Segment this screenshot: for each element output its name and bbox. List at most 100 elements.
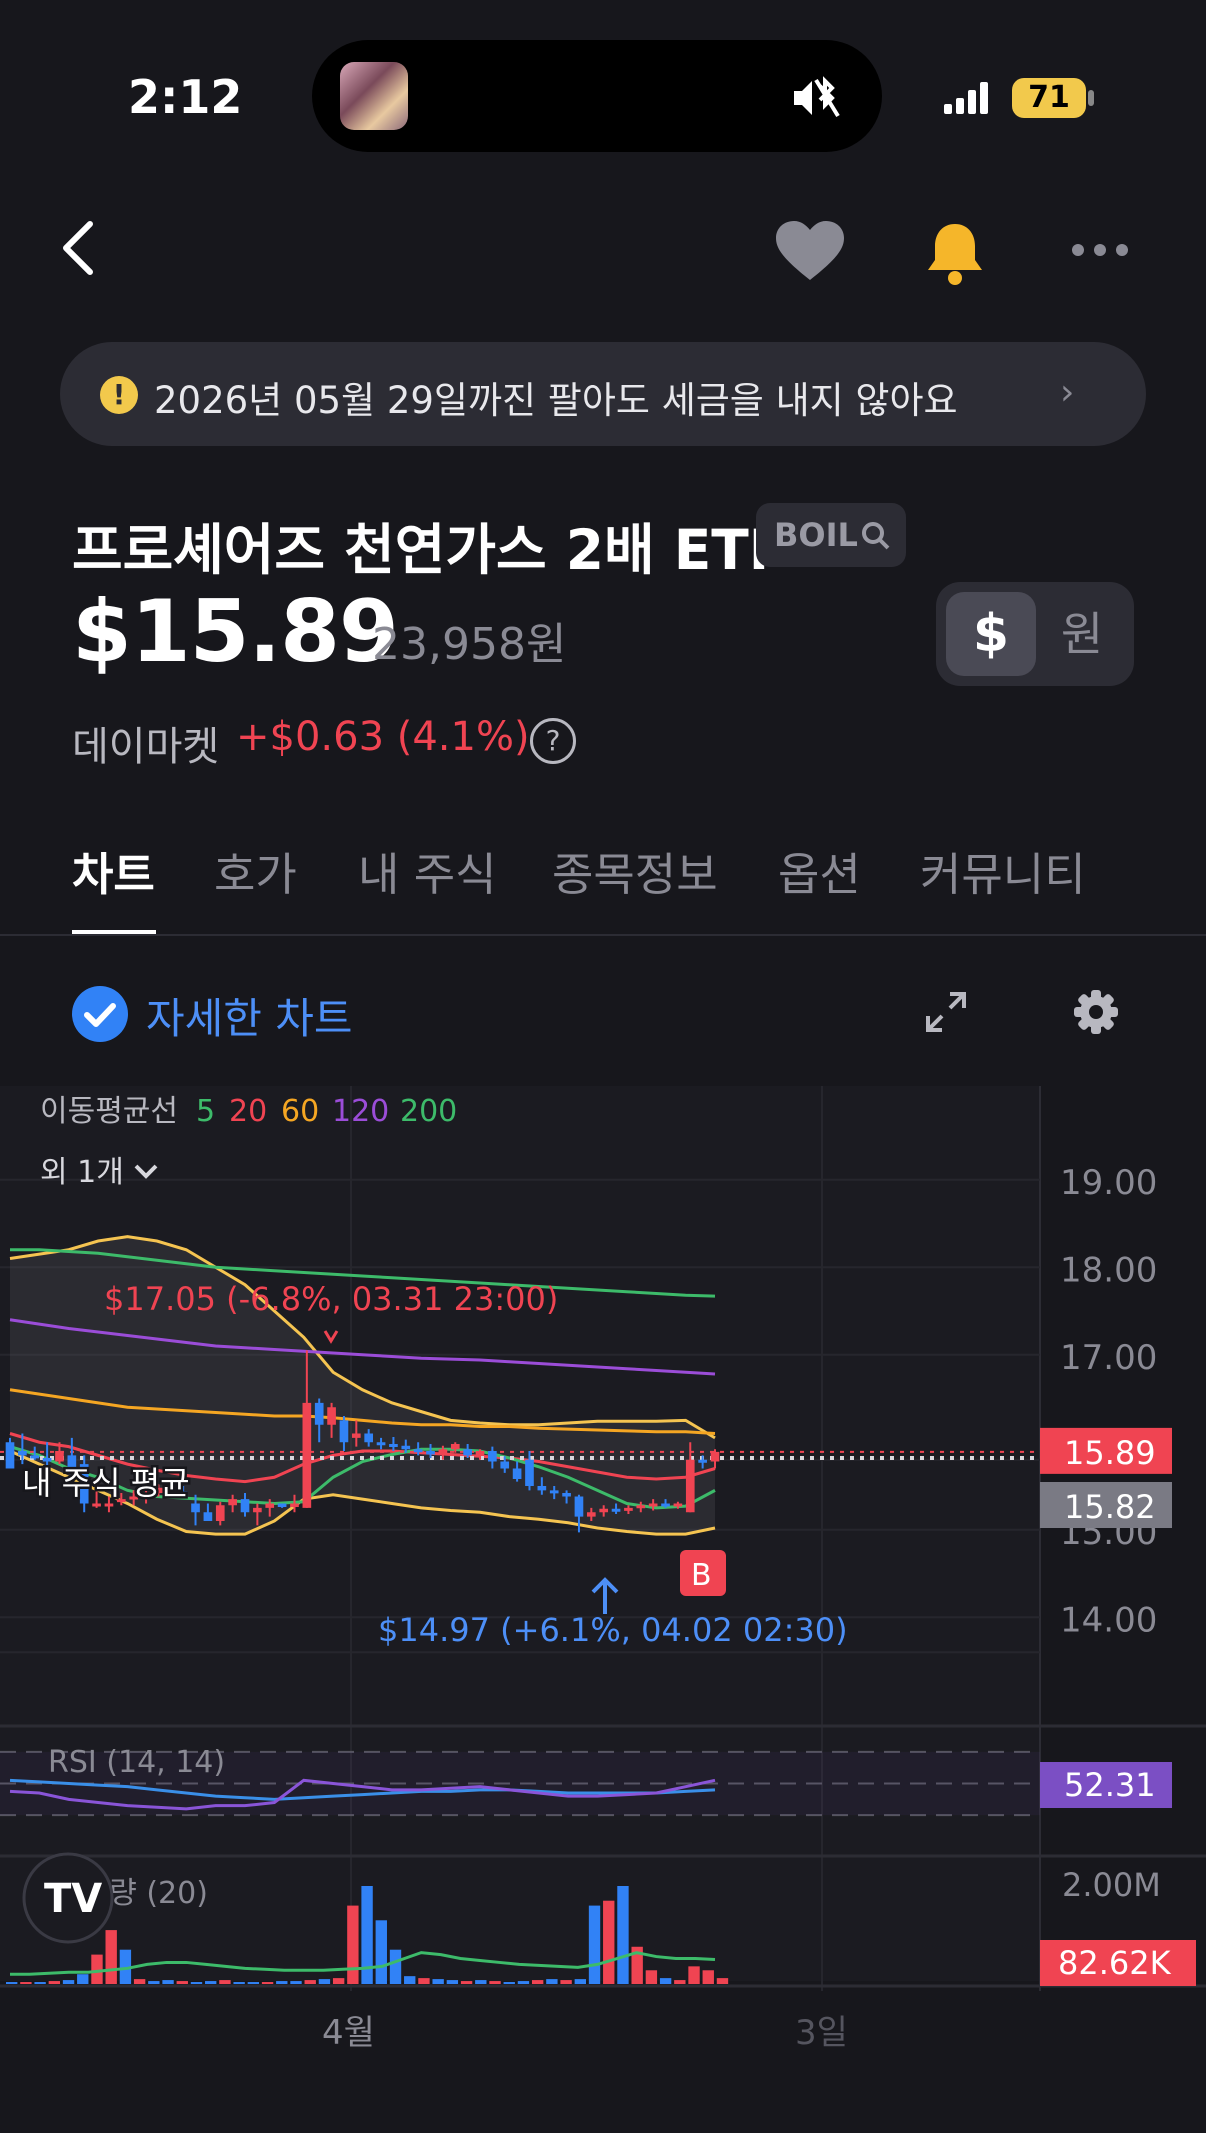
ticker-search-button[interactable]: BOIL xyxy=(756,503,906,567)
candle-body xyxy=(500,1461,510,1469)
volume-bar xyxy=(162,1980,174,1984)
currency-usd-option[interactable]: $ xyxy=(946,592,1036,676)
candle-body xyxy=(203,1512,213,1521)
currency-krw-option[interactable]: 원 xyxy=(1040,592,1124,676)
signal-icon xyxy=(944,82,988,114)
heart-icon[interactable] xyxy=(772,218,848,284)
avg-price-tag-label: 15.82 xyxy=(1064,1488,1156,1526)
volume-bar xyxy=(674,1980,686,1984)
candle-body xyxy=(599,1508,609,1513)
tab-options[interactable]: 옵션 xyxy=(778,838,861,903)
candle-body xyxy=(488,1451,497,1462)
y-tick-label: 14.00 xyxy=(1060,1600,1157,1640)
candle-body xyxy=(351,1433,361,1438)
candle-body xyxy=(475,1451,485,1456)
back-icon[interactable] xyxy=(56,218,100,278)
candle-body xyxy=(339,1420,349,1443)
volume-bar xyxy=(176,1981,188,1984)
volume-bar xyxy=(290,1981,302,1984)
volume-bar xyxy=(389,1949,402,1984)
candle-body xyxy=(525,1459,534,1486)
stock-name: 프로셰어즈 천연가스 2배 ETF xyxy=(72,518,787,582)
expand-icon[interactable] xyxy=(924,990,968,1034)
candle-body xyxy=(562,1493,571,1497)
volume-bar xyxy=(475,1980,487,1984)
candle-body xyxy=(104,1503,114,1507)
volume-value-label: 82.62K xyxy=(1058,1944,1172,1982)
volume-bar xyxy=(304,1980,316,1984)
more-icon[interactable] xyxy=(1070,240,1130,260)
volume-bar xyxy=(6,1982,18,1984)
volume-bar xyxy=(133,1979,146,1984)
candle-body xyxy=(648,1503,658,1507)
volume-bar xyxy=(517,1981,530,1984)
chevron-right-icon: › xyxy=(1060,372,1075,413)
candle-body xyxy=(685,1459,695,1513)
bell-icon[interactable] xyxy=(920,218,990,288)
volume-bar xyxy=(404,1976,416,1984)
tab-chart[interactable]: 차트 xyxy=(72,838,155,903)
volume-bar xyxy=(574,1979,586,1984)
help-icon[interactable]: ? xyxy=(530,718,576,764)
volume-bar xyxy=(446,1980,459,1984)
candle-body xyxy=(302,1402,312,1508)
volume-bar xyxy=(276,1981,288,1984)
volume-bar xyxy=(205,1981,217,1984)
buy-marker-label: B xyxy=(691,1558,712,1593)
notice-text: 2026년 05월 29일까진 팔아도 세금을 내지 않아요 xyxy=(154,379,958,422)
candle-body xyxy=(389,1444,398,1447)
x-tick-label: 3일 xyxy=(795,2013,848,2053)
detail-chart-checkbox[interactable] xyxy=(72,986,128,1042)
price-change: +$0.63 (4.1%) xyxy=(236,714,530,760)
volume-bar xyxy=(247,1982,260,1984)
candle-body xyxy=(549,1490,559,1494)
candle-body xyxy=(228,1499,237,1506)
candle-body xyxy=(586,1512,596,1517)
volume-bar xyxy=(531,1980,544,1984)
candle-body xyxy=(191,1503,200,1513)
x-tick-label: 4월 xyxy=(322,2013,375,2053)
detail-chart-label[interactable]: 자세한 차트 xyxy=(146,985,353,1046)
volume-bar xyxy=(659,1978,672,1984)
ma-legend-period: 20 xyxy=(229,1094,267,1129)
volume-bar xyxy=(375,1920,387,1984)
tab-orderbook[interactable]: 호가 xyxy=(214,838,297,903)
volume-bar xyxy=(233,1982,245,1984)
candle-body xyxy=(450,1444,460,1450)
gear-icon[interactable] xyxy=(1072,988,1120,1036)
candle-body xyxy=(215,1505,225,1521)
candle-body xyxy=(277,1503,287,1507)
volume-bar xyxy=(418,1978,430,1984)
check-icon xyxy=(84,1003,116,1027)
candle-body xyxy=(327,1407,336,1425)
candle-body xyxy=(265,1503,275,1508)
price-chart[interactable]: 19.0018.0017.0015.0014.00이동평균선 5 20 60 120 20… xyxy=(0,1086,1206,2133)
price-krw: 23,958원 xyxy=(372,619,567,670)
warning-icon: ! xyxy=(100,376,138,414)
battery-tip xyxy=(1088,90,1094,106)
candle-body xyxy=(574,1496,584,1517)
candle-body xyxy=(18,1451,27,1456)
tab-community[interactable]: 커뮤니티 xyxy=(920,838,1086,903)
ma-legend-period: 5 xyxy=(196,1094,215,1129)
candle-body xyxy=(698,1459,707,1463)
avg-price-text: 내 주식 평균 xyxy=(22,1464,190,1502)
volume-bar xyxy=(716,1978,729,1984)
candle-body xyxy=(463,1449,472,1456)
candle-body xyxy=(55,1451,64,1462)
y-tick-label: 18.00 xyxy=(1060,1250,1157,1290)
volume-bar xyxy=(148,1981,160,1984)
candle-body xyxy=(364,1433,374,1443)
volume-bar xyxy=(62,1980,75,1984)
candle-body xyxy=(710,1451,720,1462)
ma-legend-label: 이동평균선 xyxy=(40,1094,178,1129)
volume-bar xyxy=(105,1930,117,1984)
high-annotation: $17.05 (-6.8%, 03.31 23:00) xyxy=(104,1280,558,1318)
tab-stock-info[interactable]: 종목정보 xyxy=(552,838,718,903)
tradingview-logo-text: TV xyxy=(44,1876,102,1922)
ma-legend-period: 120 xyxy=(332,1094,389,1129)
tab-my-stock[interactable]: 내 주식 xyxy=(358,838,497,903)
candle-body xyxy=(426,1451,435,1455)
ticker-label: BOIL xyxy=(774,516,858,554)
candle-body xyxy=(401,1445,411,1450)
